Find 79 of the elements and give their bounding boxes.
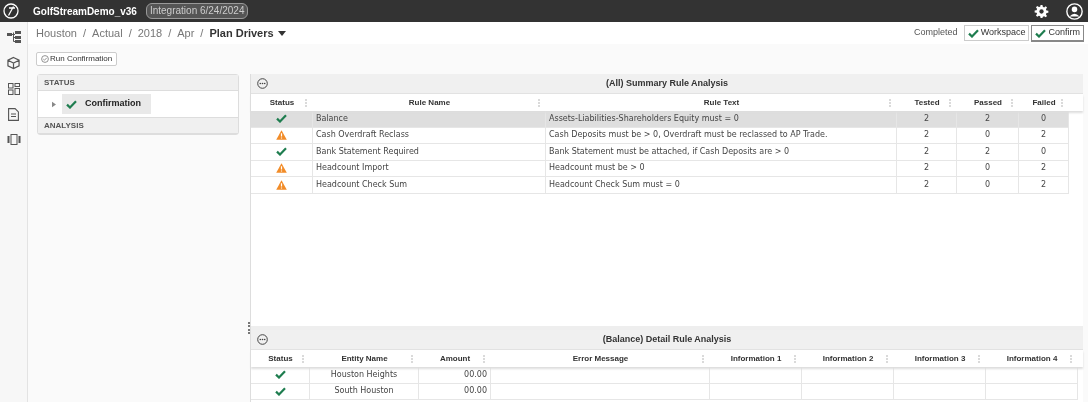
- section-header[interactable]: STATUS: [38, 75, 238, 91]
- table-cell: 2: [1019, 177, 1069, 194]
- more-options-icon[interactable]: [257, 78, 268, 89]
- breadcrumb-current[interactable]: Plan Drivers: [209, 24, 274, 42]
- expand-icon[interactable]: [52, 100, 56, 108]
- table-cell: 00.00: [419, 367, 491, 384]
- breadcrumb-link[interactable]: Actual: [92, 24, 123, 42]
- check-circle-icon: [41, 55, 49, 63]
- table-cell: 2: [897, 177, 957, 194]
- column-header[interactable]: Tested: [897, 94, 957, 111]
- table-cell: Assets-Liabilities-Shareholders Equity must = 0: [546, 111, 897, 128]
- workflow-step-tab[interactable]: Workspace: [963, 25, 1030, 41]
- table-cell: 2: [897, 127, 957, 144]
- caret-icon[interactable]: [277, 30, 286, 36]
- breadcrumb-separator: /: [83, 25, 87, 41]
- environment-badge: Integration 6/24/2024: [145, 3, 249, 19]
- column-header[interactable]: Failed: [1019, 94, 1069, 111]
- app-name: GolfStreamDemo_v36: [33, 4, 137, 19]
- column-header[interactable]: Information 4: [986, 350, 1078, 367]
- table-cell: Headcount Check Sum must = 0: [546, 177, 897, 194]
- user-avatar-icon[interactable]: [1066, 2, 1083, 20]
- column-header[interactable]: Status: [251, 350, 310, 367]
- tree-item[interactable]: Confirmation: [62, 94, 151, 114]
- column-header[interactable]: Amount: [419, 350, 491, 367]
- table-cell: 0: [957, 127, 1019, 144]
- run-confirmation-button[interactable]: Run Confirmation: [36, 52, 118, 66]
- table-cell: South Houston: [310, 383, 419, 400]
- column-header[interactable]: Passed: [957, 94, 1019, 111]
- table-cell: Headcount must be > 0: [546, 160, 897, 177]
- column-header[interactable]: Information 1: [710, 350, 802, 367]
- table-cell: 2: [957, 144, 1019, 161]
- table-cell: 2: [957, 111, 1019, 128]
- column-header[interactable]: Rule Name: [313, 94, 546, 111]
- table-cell: Headcount Import: [313, 160, 546, 177]
- column-header[interactable]: Error Message: [491, 350, 710, 367]
- cube-icon[interactable]: [7, 56, 20, 70]
- table-cell: Houston Heights: [310, 367, 419, 384]
- breadcrumb-separator: /: [200, 25, 204, 41]
- table-cell: 2: [897, 144, 957, 161]
- table-cell: 2: [1019, 160, 1069, 177]
- logo-icon[interactable]: [3, 3, 19, 19]
- dashboard-icon[interactable]: [7, 83, 20, 95]
- workflow-status: Completed: [914, 26, 958, 40]
- panel-title: (Balance) Detail Rule Analysis: [601, 332, 733, 346]
- table-cell: 0: [957, 160, 1019, 177]
- table-cell: 0: [1019, 111, 1069, 128]
- section-header[interactable]: ANALYSIS: [38, 118, 238, 134]
- check-icon: [66, 99, 77, 109]
- check-icon: [1035, 28, 1047, 38]
- column-header[interactable]: Status: [251, 94, 313, 111]
- breadcrumb-link[interactable]: 2018: [137, 24, 163, 42]
- table-cell: 0: [957, 177, 1019, 194]
- hierarchy-icon[interactable]: [6, 31, 21, 43]
- table-cell: Cash Overdraft Reclass: [313, 127, 546, 144]
- table-cell: 2: [1019, 127, 1069, 144]
- table-cell: Headcount Check Sum: [313, 177, 546, 194]
- more-options-icon[interactable]: [257, 334, 268, 345]
- document-icon[interactable]: [8, 108, 19, 121]
- breadcrumb-link[interactable]: Apr: [177, 24, 195, 42]
- settings-icon[interactable]: [1034, 3, 1049, 19]
- breadcrumb-separator: /: [128, 25, 132, 41]
- column-header[interactable]: Information 3: [894, 350, 986, 367]
- table-cell: Cash Deposits must be > 0, Overdraft must be reclassed to AP Trade.: [546, 127, 897, 144]
- table-cell: 2: [897, 111, 957, 128]
- column-header[interactable]: Entity Name: [310, 350, 419, 367]
- table-cell: Bank Statement Required: [313, 144, 546, 161]
- panel-title: (All) Summary Rule Analysis: [604, 76, 730, 90]
- carousel-icon[interactable]: [6, 134, 21, 145]
- table-cell: 2: [897, 160, 957, 177]
- table-cell: 0: [1019, 144, 1069, 161]
- breadcrumb-separator: /: [168, 25, 172, 41]
- workflow-step-tab[interactable]: Confirm: [1031, 25, 1084, 41]
- column-header[interactable]: Information 2: [802, 350, 894, 367]
- table-cell: Balance: [313, 111, 546, 128]
- breadcrumb-link[interactable]: Houston: [36, 24, 77, 42]
- table-cell: Bank Statement must be attached, if Cash Deposits are > 0: [546, 144, 897, 161]
- table-cell: 00.00: [419, 383, 491, 400]
- check-icon: [967, 28, 979, 38]
- column-header[interactable]: Rule Text: [546, 94, 897, 111]
